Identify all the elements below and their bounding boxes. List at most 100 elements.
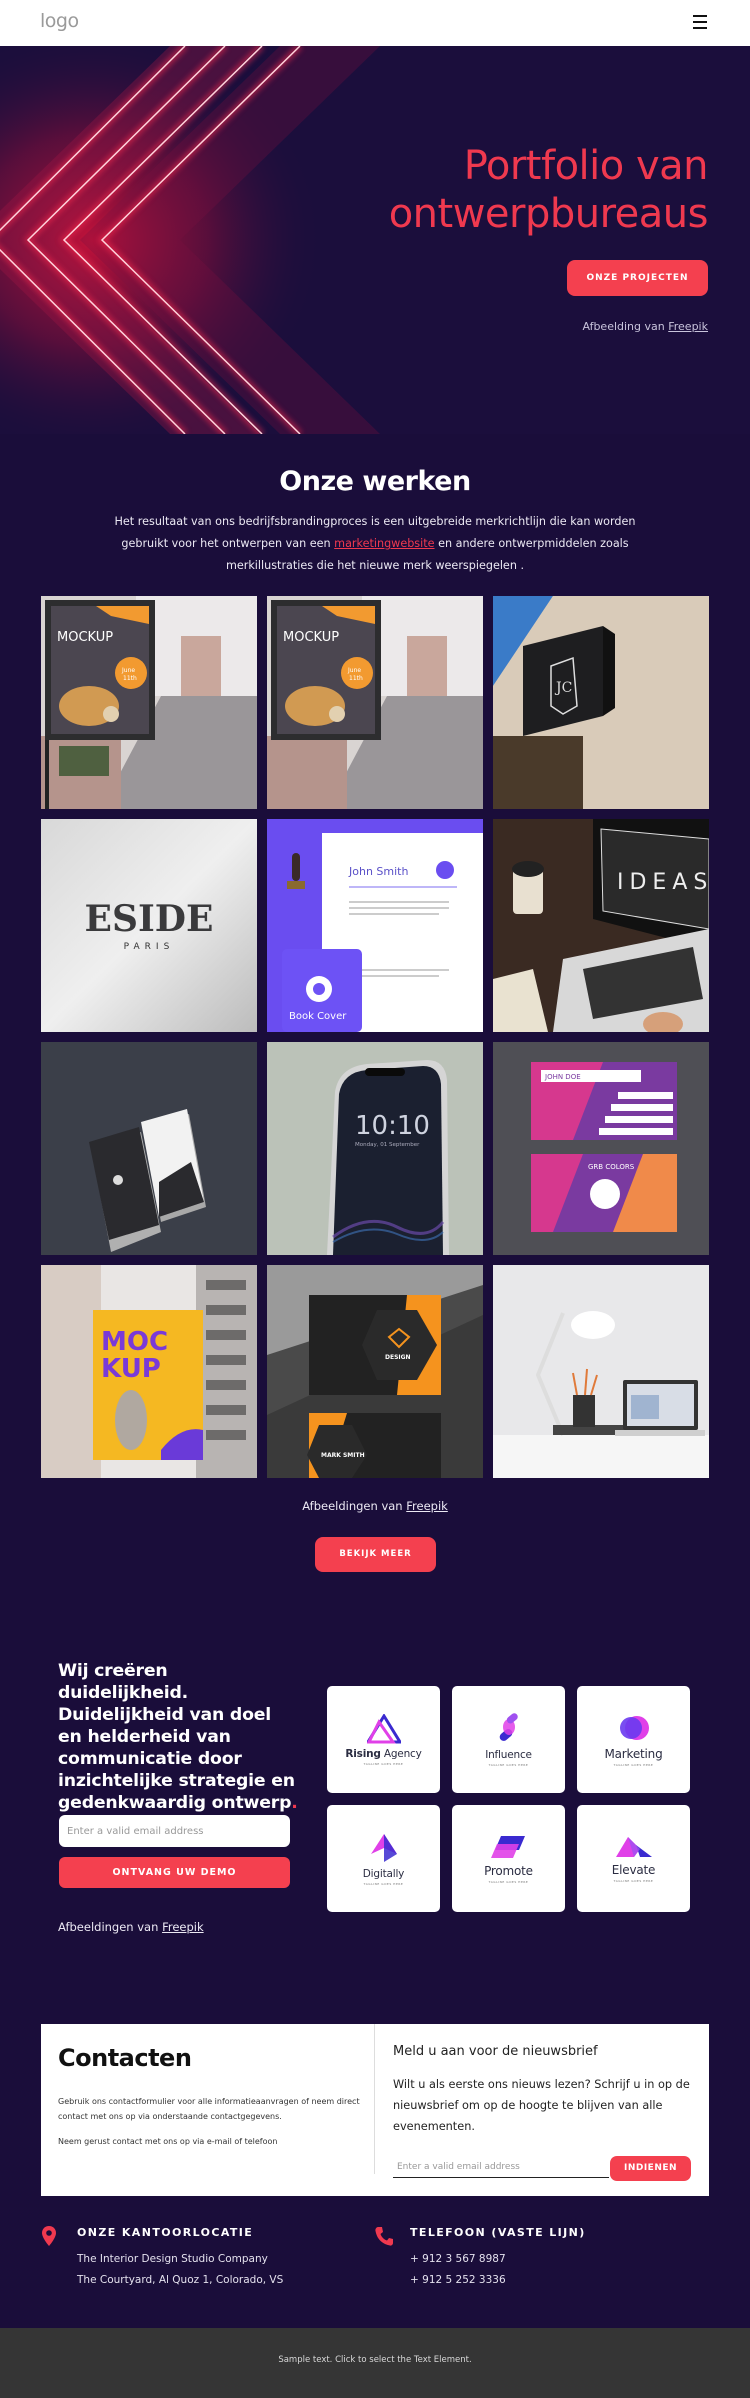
business-cards-dark-image bbox=[41, 1042, 257, 1255]
contacts-title: Contacten bbox=[58, 2044, 192, 2072]
elevate-logo-icon bbox=[615, 1836, 652, 1857]
our-projects-button[interactable]: ONZE PROJECTEN bbox=[567, 260, 708, 296]
logo-tagline: TAGLINE GOES HERE bbox=[613, 1762, 654, 1767]
gallery-item-business-cards-orange[interactable]: DESIGN MARK SMITH bbox=[267, 1265, 483, 1478]
clarity-heading-text: Wij creëren duidelijkheid. Duidelijkheid… bbox=[58, 1661, 295, 1813]
logo-name: Digitally bbox=[362, 1867, 405, 1880]
promote-logo-icon bbox=[490, 1835, 525, 1858]
logo-name: Rising Agency bbox=[345, 1747, 422, 1760]
site-logo[interactable]: logo bbox=[40, 10, 79, 32]
svg-text:11th: 11th bbox=[123, 675, 137, 682]
newsletter-description: Wilt u als eerste ons nieuws lezen? Schr… bbox=[393, 2078, 690, 2133]
svg-text:JOHN DOE: JOHN DOE bbox=[544, 1073, 581, 1081]
svg-text:11th: 11th bbox=[349, 675, 363, 682]
newsletter-email-input[interactable] bbox=[393, 2156, 609, 2178]
svg-text:Monday, 01 September: Monday, 01 September bbox=[355, 1142, 420, 1148]
poster-mockup-text: MOCKUP bbox=[57, 630, 113, 645]
gallery-item-business-cards-dark[interactable] bbox=[41, 1042, 257, 1255]
freepik-link[interactable]: Freepik bbox=[406, 1499, 448, 1513]
gallery-item-stationery[interactable]: John Smith Book Cover bbox=[267, 819, 483, 1032]
svg-text:KUP: KUP bbox=[101, 1354, 161, 1384]
logo-card-influence: Influence TAGLINE GOES HERE bbox=[452, 1686, 565, 1793]
gallery-item-street-poster-2[interactable]: MOCKUP June 11th bbox=[267, 596, 483, 809]
office-heading: ONZE KANTOORLOCATIE bbox=[77, 2226, 254, 2239]
contacts-card: Contacten Gebruik ons contactformulier v… bbox=[41, 2024, 709, 2196]
business-cards-orange-image: DESIGN MARK SMITH bbox=[267, 1265, 483, 1478]
street-poster-image-2: MOCKUP June 11th bbox=[267, 596, 483, 809]
newsletter-title: Meld u aan voor de nieuwsbrief bbox=[393, 2044, 598, 2059]
svg-text:June: June bbox=[347, 667, 361, 674]
hamburger-icon[interactable] bbox=[693, 14, 707, 30]
gallery-item-street-poster[interactable]: MOCKUP June 11th bbox=[41, 596, 257, 809]
gallery-item-shop-sign[interactable]: JC bbox=[493, 596, 709, 809]
digitally-logo-icon bbox=[370, 1833, 397, 1862]
demo-email-input[interactable] bbox=[59, 1815, 290, 1847]
gallery-item-laptop-ideas[interactable]: IDEAS bbox=[493, 819, 709, 1032]
svg-text:June: June bbox=[121, 667, 135, 674]
logo-tagline: TAGLINE GOES HERE bbox=[488, 1879, 529, 1884]
logo-name: Marketing bbox=[604, 1746, 663, 1761]
neon-chevron-background bbox=[0, 46, 750, 434]
hero-section: Portfolio van ontwerpbureaus ONZE PROJEC… bbox=[0, 46, 750, 434]
freepik-link[interactable]: Freepik bbox=[668, 320, 708, 333]
logo-card-digitally: Digitally TAGLINE GOES HERE bbox=[327, 1805, 440, 1912]
office-line-2: The Courtyard, Al Quoz 1, Colorado, VS bbox=[77, 2274, 284, 2286]
phone-line-2[interactable]: + 912 5 252 3336 bbox=[410, 2274, 506, 2286]
book-cover-text: Book Cover bbox=[289, 1011, 347, 1022]
logo-card-promote: Promote TAGLINE GOES HERE bbox=[452, 1805, 565, 1912]
gallery-item-desk-lamp[interactable] bbox=[493, 1265, 709, 1478]
ideas-text: IDEAS bbox=[617, 870, 709, 895]
svg-text:GRB COLORS: GRB COLORS bbox=[588, 1163, 635, 1171]
marketing-website-link[interactable]: marketingwebsite bbox=[334, 537, 434, 550]
svg-text:DESIGN: DESIGN bbox=[385, 1354, 411, 1361]
credit-prefix: Afbeeldingen van bbox=[302, 1499, 407, 1513]
logo-tagline: TAGLINE GOES HERE bbox=[488, 1762, 529, 1767]
logos-image-credit: Afbeeldingen van Freepik bbox=[58, 1920, 204, 1934]
eside-text: ESIDE bbox=[85, 898, 214, 940]
billboard-mockup-text: MOC bbox=[101, 1327, 168, 1357]
phone-lockscreen-image: 10:10 Monday, 01 September bbox=[267, 1042, 483, 1255]
triangle-logo-icon bbox=[366, 1713, 401, 1743]
contacts-divider bbox=[374, 2024, 375, 2174]
credit-prefix: Afbeelding van bbox=[582, 320, 669, 333]
hero-title: Portfolio van ontwerpbureaus bbox=[389, 142, 709, 238]
logo-card-elevate: Elevate TAGLINE GOES HERE bbox=[577, 1805, 690, 1912]
newsletter-submit-button[interactable]: INDIENEN bbox=[610, 2156, 691, 2181]
phone-heading: TELEFOON (VASTE LIJN) bbox=[410, 2226, 586, 2239]
footer-text[interactable]: Sample text. Click to select the Text El… bbox=[278, 2355, 471, 2365]
logo-tagline: TAGLINE GOES HERE bbox=[363, 1761, 404, 1766]
gallery-item-business-cards-pink[interactable]: JOHN DOE GRB COLORS bbox=[493, 1042, 709, 1255]
billboard-image: MOC KUP bbox=[41, 1265, 257, 1478]
street-poster-image: MOCKUP June 11th bbox=[41, 596, 257, 809]
logo-tagline: TAGLINE GOES HERE bbox=[363, 1881, 404, 1886]
gallery-item-billboard[interactable]: MOC KUP bbox=[41, 1265, 257, 1478]
works-description: Het resultaat van ons bedrijfsbrandingpr… bbox=[95, 511, 655, 577]
contacts-paragraph-2: Neem gerust contact met ons op via e-mai… bbox=[58, 2137, 278, 2146]
business-cards-pink-image: JOHN DOE GRB COLORS bbox=[493, 1042, 709, 1255]
marketing-logo-icon bbox=[619, 1715, 649, 1740]
clarity-heading-dot: . bbox=[291, 1793, 298, 1813]
svg-text:MARK SMITH: MARK SMITH bbox=[321, 1452, 365, 1459]
shop-sign-image: JC bbox=[493, 596, 709, 809]
influence-logo-icon bbox=[499, 1712, 518, 1741]
map-pin-icon bbox=[42, 2226, 56, 2246]
phone-line-1[interactable]: + 912 3 567 8987 bbox=[410, 2253, 506, 2265]
svg-text:PARIS: PARIS bbox=[124, 942, 175, 952]
svg-text:JC: JC bbox=[554, 680, 572, 696]
get-demo-button[interactable]: ONTVANG UW DEMO bbox=[59, 1857, 290, 1888]
contacts-paragraph-1: Gebruik ons contactformulier voor alle i… bbox=[58, 2097, 360, 2121]
gallery-item-phone-lockscreen[interactable]: 10:10 Monday, 01 September bbox=[267, 1042, 483, 1255]
gallery-item-eside-logo[interactable]: ESIDE PARIS bbox=[41, 819, 257, 1032]
hero-image-credit: Afbeelding van Freepik bbox=[582, 320, 708, 333]
view-more-button[interactable]: BEKIJK MEER bbox=[315, 1537, 436, 1572]
freepik-link[interactable]: Freepik bbox=[162, 1920, 204, 1934]
svg-text:John Smith: John Smith bbox=[348, 865, 408, 878]
phone-icon bbox=[375, 2227, 393, 2246]
logo-showcase: Rising Agency TAGLINE GOES HERE Influenc… bbox=[327, 1686, 690, 1912]
eside-wall-logo-image: ESIDE PARIS bbox=[41, 819, 257, 1032]
clarity-heading: Wij creëren duidelijkheid. Duidelijkheid… bbox=[58, 1660, 298, 1814]
portfolio-gallery: MOCKUP June 11th MOCKUP June 11th JC ESI… bbox=[41, 596, 709, 1478]
stationery-image: John Smith Book Cover bbox=[267, 819, 483, 1032]
desk-lamp-image bbox=[493, 1265, 709, 1478]
laptop-ideas-image: IDEAS bbox=[493, 819, 709, 1032]
